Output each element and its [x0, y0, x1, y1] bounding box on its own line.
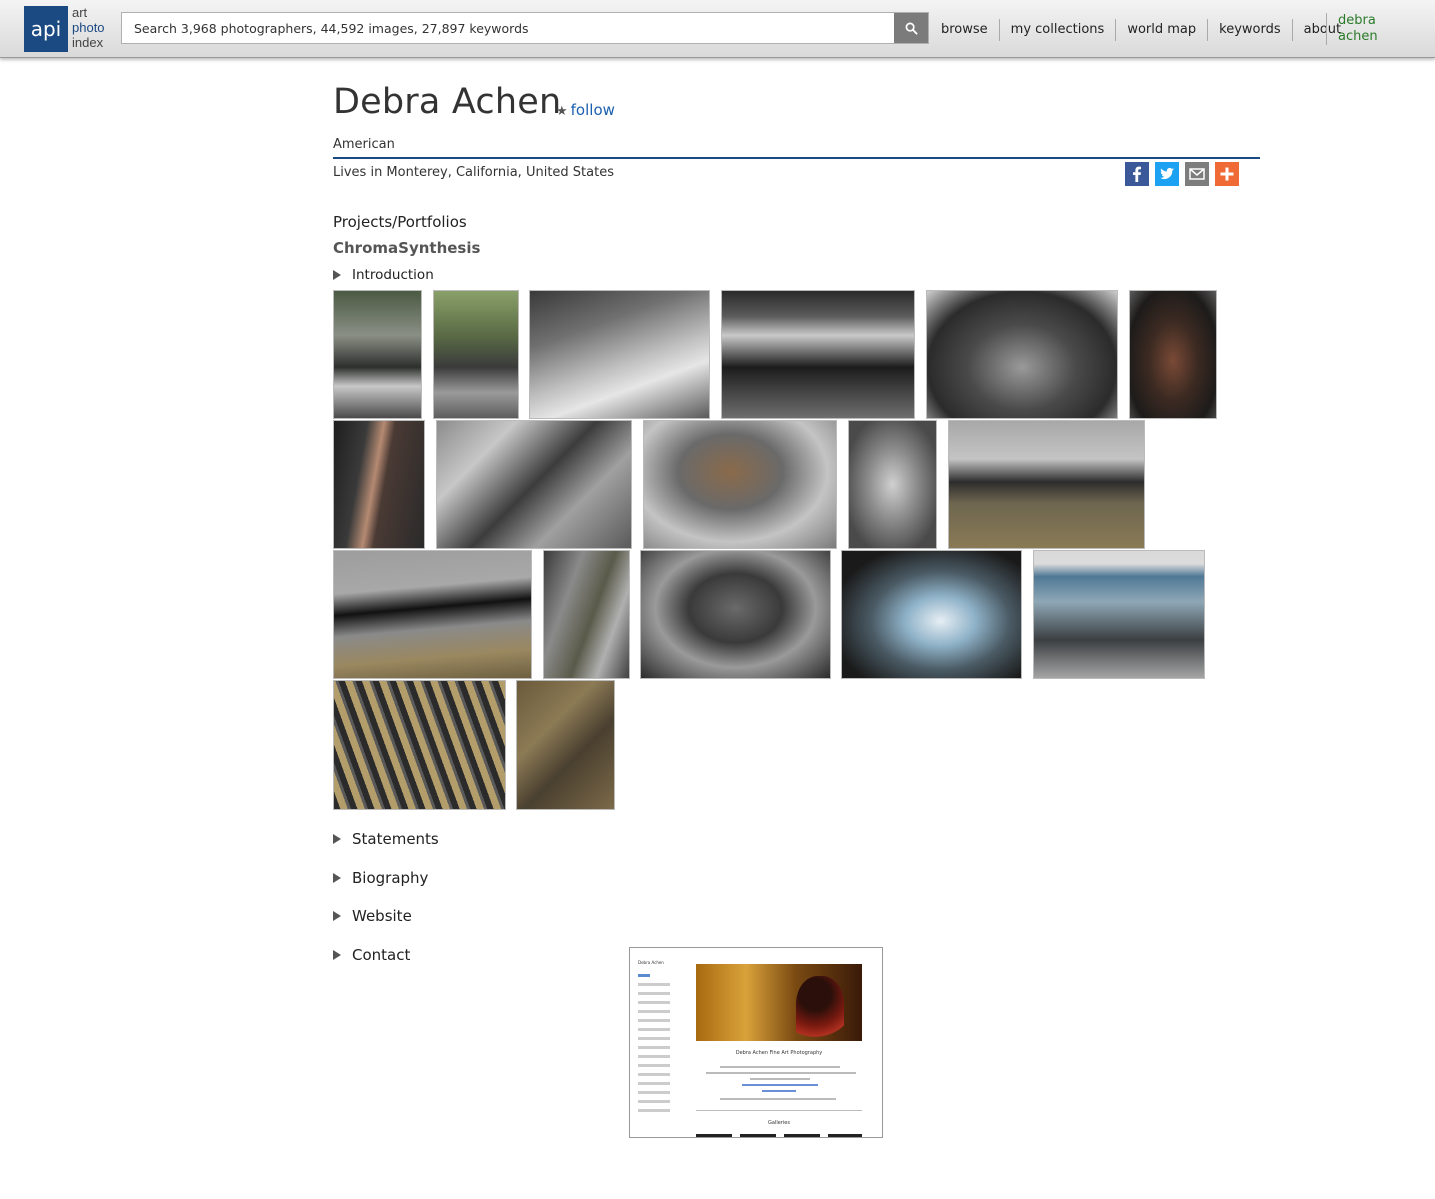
follow-button[interactable]: ★ follow: [556, 101, 615, 119]
photo-thumbnail[interactable]: [848, 420, 937, 549]
preview-headline: Debra Achen Fine Art Photography: [735, 1050, 823, 1056]
photo-thumbnail[interactable]: [841, 550, 1022, 679]
header-divider: [333, 157, 1260, 159]
photo-thumbnail[interactable]: [529, 290, 710, 419]
photo-thumbnail[interactable]: [543, 550, 630, 679]
share-buttons: [1125, 162, 1239, 186]
photo-thumbnail[interactable]: [333, 290, 422, 419]
nav-keywords[interactable]: keywords: [1208, 19, 1293, 41]
search-input[interactable]: [122, 13, 894, 43]
photo-thumbnail[interactable]: [333, 550, 532, 679]
project-title[interactable]: ChromaSynthesis: [333, 239, 480, 257]
projects-heading: Projects/Portfolios: [333, 213, 467, 231]
nav-my-collections[interactable]: my collections: [1000, 19, 1117, 41]
photo-thumbnail[interactable]: [643, 420, 837, 549]
preview-galleries: Galleries: [768, 1120, 790, 1126]
logo-abbr: api: [30, 17, 62, 41]
main-nav: browse my collections world map keywords…: [930, 19, 1352, 41]
triangle-right-icon: [333, 270, 341, 280]
biography-label: Biography: [352, 869, 429, 887]
user-last-name: achen: [1338, 29, 1378, 44]
logo-word-photo: photo: [72, 20, 105, 35]
top-bar: api art photo index browse my collection…: [0, 0, 1435, 58]
statements-toggle[interactable]: Statements: [333, 830, 439, 848]
follow-label: follow: [570, 101, 615, 119]
location: Lives in Monterey, California, United St…: [333, 165, 614, 180]
nav-browse[interactable]: browse: [930, 19, 1000, 41]
logo-word-index: index: [72, 35, 104, 50]
user-account-link[interactable]: debra achen: [1326, 13, 1378, 45]
photo-thumbnail[interactable]: [433, 290, 519, 419]
photo-thumbnail[interactable]: [1033, 550, 1205, 679]
photographer-name: Debra Achen: [333, 82, 562, 122]
preview-menu: [638, 974, 688, 1118]
facebook-icon: [1133, 166, 1141, 182]
photo-thumbnail[interactable]: [948, 420, 1145, 549]
biography-toggle[interactable]: Biography: [333, 869, 428, 887]
photo-thumbnail[interactable]: [640, 550, 831, 679]
introduction-label: Introduction: [352, 267, 434, 283]
photo-thumbnail[interactable]: [333, 420, 425, 549]
nav-world-map[interactable]: world map: [1116, 19, 1209, 41]
more-share-button[interactable]: [1215, 162, 1239, 186]
search-bar: [121, 12, 929, 44]
photo-thumbnail[interactable]: [1129, 290, 1217, 419]
triangle-right-icon: [333, 950, 341, 960]
star-icon: ★: [556, 104, 568, 119]
contact-toggle[interactable]: Contact: [333, 946, 410, 964]
email-icon: [1189, 168, 1205, 180]
nationality: American: [333, 137, 395, 152]
photo-thumbnail[interactable]: [516, 680, 615, 810]
api-logo[interactable]: api: [24, 6, 68, 52]
twitter-icon: [1160, 167, 1174, 180]
twitter-share-button[interactable]: [1155, 162, 1179, 186]
photo-thumbnail[interactable]: [926, 290, 1118, 419]
website-preview[interactable]: Debra Achen Debra Achen Fine Art Photogr…: [629, 947, 883, 1138]
logo-wordmark[interactable]: art photo index: [72, 5, 105, 50]
triangle-right-icon: [333, 911, 341, 921]
website-toggle[interactable]: Website: [333, 907, 412, 925]
statements-label: Statements: [352, 830, 439, 848]
contact-label: Contact: [352, 946, 411, 964]
search-icon: [905, 22, 918, 35]
photo-thumbnail[interactable]: [333, 680, 506, 810]
plus-icon: [1220, 167, 1234, 181]
search-button[interactable]: [894, 13, 928, 43]
facebook-share-button[interactable]: [1125, 162, 1149, 186]
email-share-button[interactable]: [1185, 162, 1209, 186]
triangle-right-icon: [333, 873, 341, 883]
preview-hero-image: [696, 964, 862, 1041]
user-first-name: debra: [1338, 13, 1376, 28]
triangle-right-icon: [333, 834, 341, 844]
photo-thumbnail[interactable]: [721, 290, 915, 419]
photo-thumbnail[interactable]: [436, 420, 632, 549]
introduction-toggle[interactable]: Introduction: [333, 267, 434, 283]
logo-word-art: art: [72, 5, 88, 20]
preview-site-name: Debra Achen: [638, 960, 664, 965]
website-label: Website: [352, 907, 412, 925]
